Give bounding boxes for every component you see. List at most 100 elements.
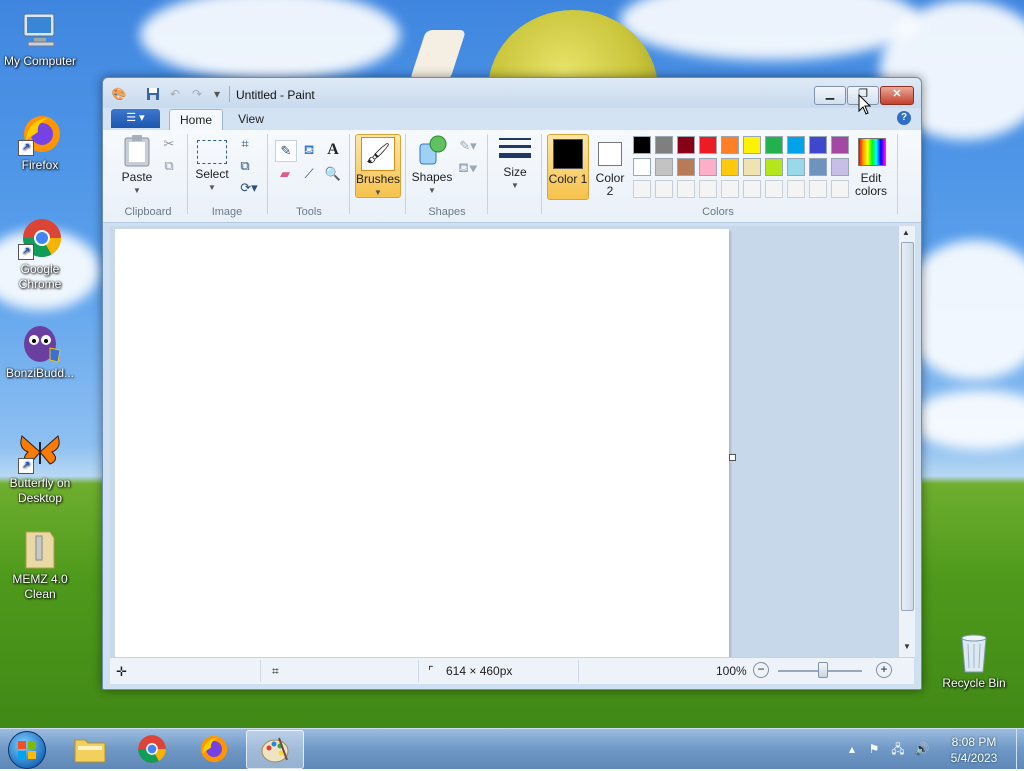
palette-swatch[interactable]: [655, 158, 673, 176]
zoom-slider-thumb[interactable]: [818, 662, 828, 678]
desktop-icon-recycle-bin[interactable]: Recycle Bin: [934, 630, 1014, 691]
vertical-scrollbar[interactable]: ▲ ▼: [898, 226, 915, 657]
palette-swatch[interactable]: [721, 158, 739, 176]
custom-color-slot[interactable]: [831, 180, 849, 198]
start-button[interactable]: [8, 731, 46, 769]
redo-icon[interactable]: ↷: [189, 87, 205, 101]
shortcut-arrow-icon: ↗: [18, 458, 34, 474]
taskbar-chrome[interactable]: [124, 730, 180, 767]
custom-color-slot[interactable]: [721, 180, 739, 198]
edit-colors-button[interactable]: Edit colors: [853, 136, 891, 200]
color1-button[interactable]: Color 1: [547, 134, 589, 200]
text-tool-icon[interactable]: A: [323, 140, 343, 160]
taskbar-firefox[interactable]: [186, 730, 242, 767]
palette-swatch[interactable]: [743, 158, 761, 176]
fill-bucket-icon[interactable]: ⛾: [299, 140, 319, 160]
palette-swatch[interactable]: [787, 158, 805, 176]
desktop-icon-my-computer[interactable]: My Computer: [0, 8, 80, 69]
desktop-icon-butterfly[interactable]: ↗ Butterfly on Desktop: [0, 430, 80, 506]
palette-swatch[interactable]: [809, 158, 827, 176]
pencil-icon[interactable]: ✎: [275, 140, 297, 162]
minimize-button[interactable]: ▁: [814, 86, 846, 105]
tab-home[interactable]: Home: [169, 109, 223, 131]
chevron-down-icon: ▼: [133, 186, 141, 195]
palette-swatch[interactable]: [655, 136, 673, 154]
drawing-canvas[interactable]: [115, 229, 729, 658]
scroll-down-icon[interactable]: ▼: [903, 642, 911, 651]
eraser-icon[interactable]: ▰: [275, 164, 295, 184]
color1-swatch: [553, 139, 583, 169]
custom-color-slot[interactable]: [809, 180, 827, 198]
desktop-icon-chrome[interactable]: ↗ Google Chrome: [0, 216, 80, 292]
desktop-icon-label: Firefox: [21, 158, 59, 172]
divider: [405, 134, 406, 214]
color-picker-icon[interactable]: ⟋: [299, 164, 319, 184]
magnifier-icon[interactable]: 🔍: [323, 164, 343, 184]
palette-swatch[interactable]: [743, 136, 761, 154]
palette-swatch[interactable]: [831, 136, 849, 154]
palette-swatch[interactable]: [699, 136, 717, 154]
brushes-button[interactable]: 🖌 Brushes ▼: [355, 134, 401, 198]
paint-app-icon[interactable]: 🎨: [111, 87, 127, 101]
undo-icon[interactable]: ↶: [167, 87, 183, 101]
palette-swatch[interactable]: [633, 158, 651, 176]
custom-color-slot[interactable]: [765, 180, 783, 198]
custom-color-slot[interactable]: [655, 180, 673, 198]
cut-icon[interactable]: ✂: [159, 134, 179, 154]
help-icon[interactable]: ?: [897, 111, 911, 125]
image-size-icon: ⌜: [428, 664, 434, 678]
palette-swatch[interactable]: [721, 136, 739, 154]
custom-color-slot[interactable]: [633, 180, 651, 198]
copy-icon[interactable]: ⧉: [159, 156, 179, 176]
tab-view[interactable]: View: [227, 109, 275, 130]
palette-swatch[interactable]: [787, 136, 805, 154]
scrollbar-thumb[interactable]: [901, 242, 914, 611]
taskbar-paint[interactable]: [246, 730, 304, 769]
palette-swatch[interactable]: [831, 158, 849, 176]
custom-color-slot[interactable]: [787, 180, 805, 198]
crop-icon[interactable]: ⌗: [235, 134, 255, 154]
clock[interactable]: 8:08 PM 5/4/2023: [935, 734, 1013, 766]
zoom-in-button[interactable]: +: [876, 662, 892, 678]
palette-swatch[interactable]: [765, 158, 783, 176]
paste-label: Paste: [121, 170, 153, 184]
custom-color-slot[interactable]: [699, 180, 717, 198]
rotate-icon[interactable]: ⟳▾: [237, 178, 261, 198]
close-button[interactable]: ✕: [880, 86, 914, 105]
ribbon: Paste ▼ ✂ ⧉ Clipboard Select ▼ ⌗ ⧉ ⟳▾ Im…: [103, 130, 921, 223]
canvas-resize-handle-right[interactable]: [729, 454, 736, 461]
color2-label: Color 2: [595, 171, 625, 198]
paint-menu-button[interactable]: ☰ ▾: [111, 109, 160, 128]
volume-icon[interactable]: 🔊: [914, 741, 930, 757]
network-icon[interactable]: 🖧: [890, 741, 906, 757]
desktop-icon-firefox[interactable]: ↗ Firefox: [0, 112, 80, 173]
shapes-button[interactable]: Shapes ▼: [411, 134, 453, 198]
palette-swatch[interactable]: [677, 158, 695, 176]
show-desktop-button[interactable]: [1016, 729, 1024, 769]
palette-swatch[interactable]: [765, 136, 783, 154]
computer-icon: [18, 8, 62, 52]
palette-swatch[interactable]: [699, 158, 717, 176]
action-center-icon[interactable]: ⚑: [866, 741, 882, 757]
desktop-icon-memz[interactable]: MEMZ 4.0 Clean: [0, 526, 80, 602]
palette-swatch[interactable]: [809, 136, 827, 154]
size-button[interactable]: Size ▼: [495, 136, 535, 198]
show-hidden-icons[interactable]: ▴: [844, 741, 860, 757]
color2-button[interactable]: Color 2: [591, 134, 629, 198]
custom-color-slot[interactable]: [677, 180, 695, 198]
custom-color-slot[interactable]: [743, 180, 761, 198]
taskbar-explorer[interactable]: [62, 730, 118, 767]
outline-icon[interactable]: ✎▾: [455, 136, 481, 156]
save-icon[interactable]: [145, 87, 161, 101]
fill-icon[interactable]: ⛾▾: [455, 158, 481, 178]
customize-toolbar-icon[interactable]: ▾: [209, 87, 225, 101]
zoom-out-button[interactable]: −: [753, 662, 769, 678]
scroll-up-icon[interactable]: ▲: [902, 228, 910, 237]
palette-swatch[interactable]: [633, 136, 651, 154]
desktop-icon-bonzibuddy[interactable]: BonziBudd...: [0, 320, 80, 381]
palette-swatch[interactable]: [677, 136, 695, 154]
paste-button[interactable]: Paste ▼: [113, 134, 161, 200]
resize-icon[interactable]: ⧉: [235, 156, 255, 176]
select-button[interactable]: Select ▼: [193, 138, 231, 200]
title-bar[interactable]: 🎨 ↶ ↷ ▾ Untitled - Paint ▁ ❐ ✕: [103, 78, 921, 108]
